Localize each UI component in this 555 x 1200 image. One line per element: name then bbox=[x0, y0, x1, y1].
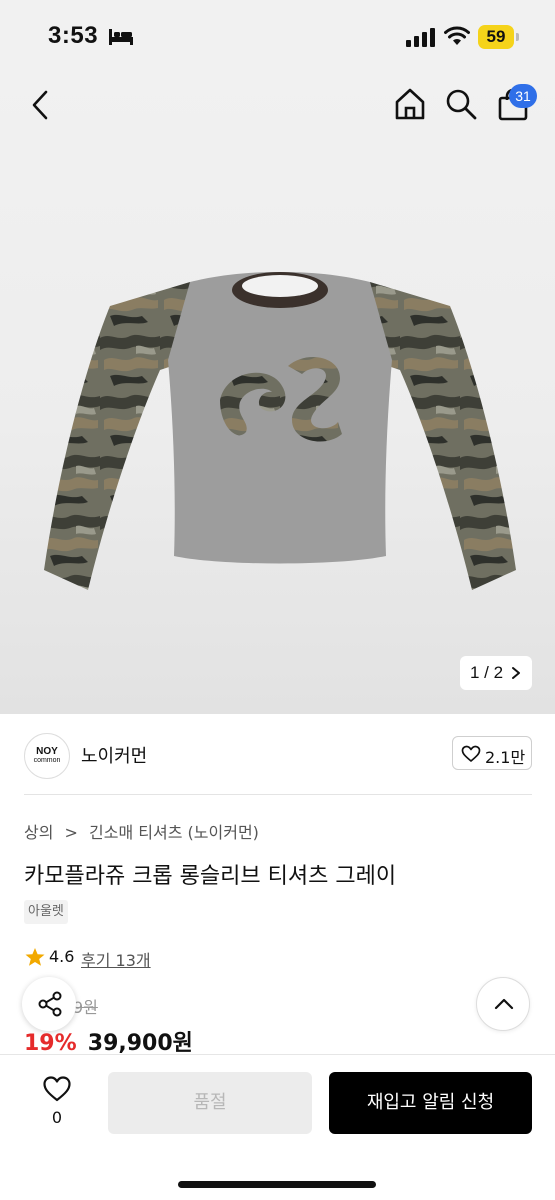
sale-price: 39,900원 bbox=[87, 1031, 193, 1056]
home-icon[interactable] bbox=[393, 86, 427, 122]
section-divider bbox=[24, 794, 532, 795]
brand-logo[interactable]: NOY common bbox=[24, 733, 70, 779]
product-image bbox=[44, 272, 516, 590]
brand-like-count: 2.1만 bbox=[485, 748, 526, 767]
share-button[interactable] bbox=[22, 977, 76, 1031]
heart-icon bbox=[43, 1076, 71, 1102]
product-title: 카모플라쥬 크롭 롱슬리브 티셔츠 그레이 bbox=[24, 864, 397, 889]
price-row: 19% 39,900원 bbox=[24, 1025, 193, 1057]
search-icon[interactable] bbox=[444, 86, 478, 122]
cellular-signal-icon bbox=[406, 28, 435, 47]
status-time: 3:53 bbox=[48, 22, 99, 49]
breadcrumb-separator: > bbox=[64, 823, 78, 842]
battery-indicator: 59 bbox=[478, 25, 514, 49]
discount-rate: 19% bbox=[24, 1031, 77, 1056]
restock-alert-button[interactable]: 재입고 알림 신청 bbox=[329, 1072, 532, 1134]
product-gallery[interactable] bbox=[0, 72, 555, 714]
original-price: 9원 bbox=[73, 998, 98, 1017]
home-indicator bbox=[178, 1181, 376, 1188]
wishlist-button[interactable]: 0 bbox=[34, 1072, 80, 1134]
sleep-mode-icon bbox=[109, 29, 133, 45]
brand-name-link[interactable]: 노이커먼 bbox=[81, 742, 147, 768]
share-icon bbox=[38, 991, 62, 1017]
battery-tip bbox=[516, 33, 519, 41]
star-icon bbox=[25, 948, 45, 966]
wifi-icon bbox=[444, 26, 470, 45]
heart-icon bbox=[461, 745, 481, 762]
outlet-tag: 아울렛 bbox=[24, 900, 68, 924]
status-bar: 3:53 59 bbox=[0, 0, 555, 72]
wishlist-count: 0 bbox=[51, 1108, 63, 1127]
brand-logo-text: NOY bbox=[36, 746, 58, 757]
soldout-button[interactable]: 품절 bbox=[108, 1072, 312, 1134]
breadcrumb-category[interactable]: 상의 bbox=[24, 823, 53, 842]
chevron-right-icon[interactable] bbox=[510, 666, 522, 680]
breadcrumb: 상의 > 긴소매 티셔츠 (노이커먼) bbox=[24, 819, 265, 843]
brand-like-button[interactable]: 2.1만 bbox=[452, 736, 532, 770]
brand-logo-subtext: common bbox=[33, 757, 61, 764]
scroll-top-button[interactable] bbox=[476, 977, 530, 1031]
chevron-up-icon bbox=[494, 998, 514, 1010]
breadcrumb-subcategory[interactable]: 긴소매 티셔츠 (노이커먼) bbox=[89, 823, 259, 842]
rating-value: 4.6 bbox=[49, 947, 75, 966]
back-icon[interactable] bbox=[26, 88, 56, 122]
cart-count-badge: 31 bbox=[509, 84, 537, 108]
review-count-link[interactable]: 후기 13개 bbox=[81, 947, 151, 971]
